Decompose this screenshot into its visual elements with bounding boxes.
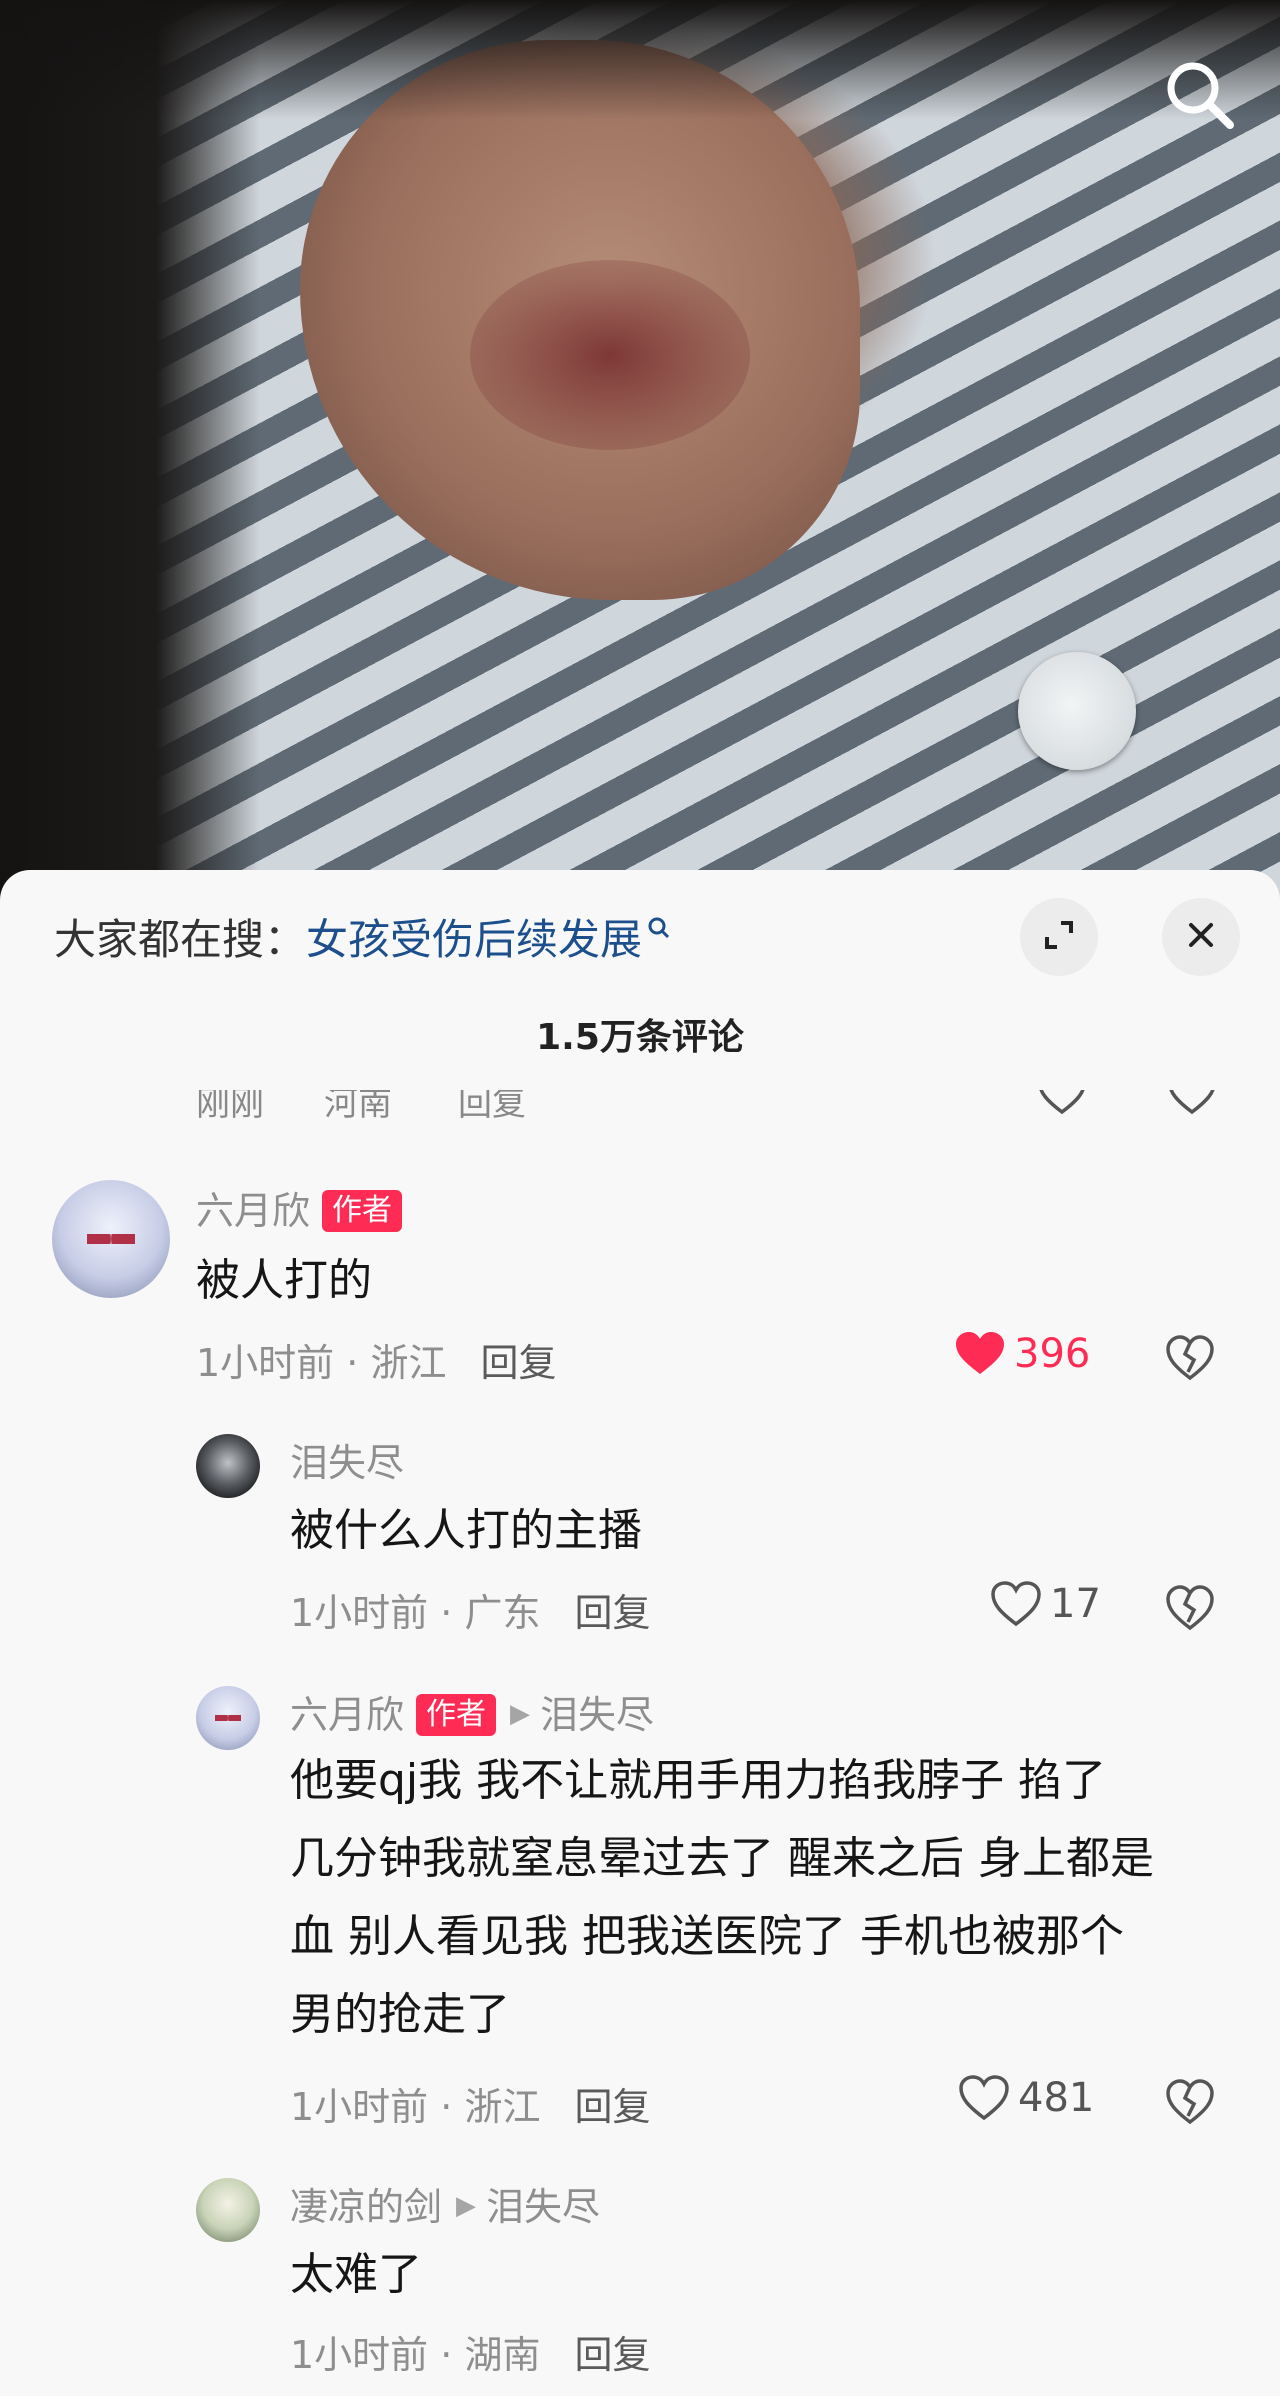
avatar[interactable] [52,1180,170,1298]
comment-username[interactable]: 凄凉的剑 ▶ 泪失尽 [290,2176,600,2231]
author-badge: 作者 [416,1694,497,1736]
hot-search-term[interactable]: 女孩受伤后续发展 [306,915,642,964]
expand-icon [1039,915,1079,959]
image-bruise [470,260,750,450]
reply-to-username[interactable]: 泪失尽 [486,2185,600,2229]
comment-username[interactable]: 六月欣 作者 [196,1180,403,1235]
close-icon [1183,917,1219,957]
reply-button[interactable]: 回复 [574,1591,650,1635]
comment-text: 太难了 [290,2249,422,2300]
like-button[interactable]: 481 [958,2074,1094,2122]
hot-search-prefix: 大家都在搜： [54,915,307,964]
dislike-heart-icon[interactable] [1164,2076,1216,2128]
comment-sheet: 大家都在搜：女孩受伤后续发展 1.5万条评论 刚刚 河南 回复 六月欣 作者 被… [0,870,1280,2396]
image-top-shadow [0,0,1280,120]
comment-text: 他要qj我 我不让就用手用力掐我脖子 掐了 几分钟我就窒息晕过去了 醒来之后 身… [290,1755,1154,2040]
image-hair-shadow [0,0,260,900]
hot-search-bar[interactable]: 大家都在搜：女孩受伤后续发展 [54,906,672,967]
dislike-heart-icon[interactable] [1164,1332,1216,1384]
partial-comment-meta: 刚刚 河南 回复 [196,1090,1236,1120]
comment-username[interactable]: 六月欣 作者 ▶ 泪失尽 [290,1684,654,1739]
dislike-heart-icon[interactable] [1164,1582,1216,1634]
partial-dislike-icon[interactable] [1166,1090,1218,1120]
reply-button[interactable]: 回复 [574,2333,650,2377]
expand-button[interactable] [1020,898,1098,976]
image-shirt-button [1018,652,1136,770]
partial-reply[interactable]: 回复 [458,1090,526,1120]
heart-icon [991,1581,1041,1627]
search-icon[interactable] [1160,55,1240,135]
reply-button[interactable]: 回复 [574,2085,650,2129]
comment-meta: 1小时前 · 浙江 回复 [196,1341,557,1385]
comment-meta: 1小时前 · 浙江 回复 [290,2085,651,2129]
comment-username[interactable]: 泪失尽 [290,1432,404,1487]
partial-location: 河南 [324,1090,392,1120]
heart-icon [959,2075,1009,2121]
avatar[interactable] [196,1686,260,1750]
comment-meta: 1小时前 · 湖南 回复 [290,2333,651,2377]
reply-arrow-icon: ▶ [510,1699,531,1729]
author-badge: 作者 [322,1190,403,1232]
reply-arrow-icon: ▶ [456,2191,477,2221]
partial-heart-icon[interactable] [1036,1090,1088,1120]
comment-text: 被什么人打的主播 [290,1505,642,1556]
post-image[interactable] [0,0,1280,900]
like-count: 481 [1018,2075,1095,2121]
comment-text: 被人打的 [196,1255,372,1306]
reply-to-username[interactable]: 泪失尽 [540,1693,654,1737]
partial-time: 刚刚 [196,1090,264,1120]
heart-icon [956,1332,1004,1374]
small-search-icon [646,906,672,955]
comment-count: 1.5万条评论 [536,1017,744,1058]
like-button[interactable]: 17 [990,1580,1101,1628]
avatar[interactable] [196,1434,260,1498]
reply-button[interactable]: 回复 [480,1341,556,1385]
like-button[interactable]: 396 [954,1330,1090,1378]
avatar[interactable] [196,2178,260,2242]
like-count: 17 [1050,1581,1101,1627]
close-button[interactable] [1162,898,1240,976]
comment-meta: 1小时前 · 广东 回复 [290,1591,651,1635]
like-count: 396 [1014,1331,1091,1377]
